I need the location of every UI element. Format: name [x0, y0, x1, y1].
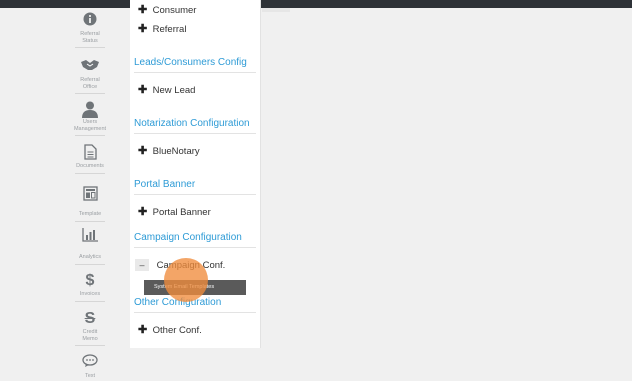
section-title-campaign: Campaign Configuration — [134, 232, 242, 243]
menu-item-new-lead[interactable]: ✚ New Lead — [138, 84, 195, 97]
rail-divider — [75, 300, 105, 302]
rail-divider — [75, 93, 105, 94]
rail-label: Users Management — [73, 119, 107, 132]
top-bar-segment — [262, 8, 290, 12]
menu-item-label: Other Conf. — [152, 325, 202, 336]
collapse-icon[interactable]: – — [135, 259, 149, 271]
menu-item-referral[interactable]: ✚ Referral — [138, 23, 186, 36]
rail-item-invoices[interactable]: $ Invoices — [68, 272, 112, 302]
rail-label: Referral Status — [80, 31, 100, 44]
rail-item-template[interactable]: Template — [68, 186, 112, 222]
rail-label: Documents — [76, 163, 104, 169]
rail-divider — [75, 345, 105, 346]
template-icon — [68, 186, 112, 204]
rail-item-users-management[interactable]: Users Management — [68, 100, 112, 136]
menu-item-bluenotary[interactable]: ✚ BlueNotary — [138, 145, 200, 158]
section-divider — [134, 194, 256, 195]
rail-label: Text — [84, 373, 96, 379]
rail-item-documents[interactable]: Documents — [68, 144, 112, 174]
menu-item-label: Referral — [152, 24, 187, 35]
rail-item-referral-office[interactable]: Referral Office — [68, 58, 112, 94]
strikethrough-s-icon: S — [84, 310, 96, 327]
menu-item-label: Portal Banner — [152, 207, 211, 218]
menu-item-label: New Lead — [152, 85, 196, 96]
rail-divider — [75, 220, 105, 222]
icon-rail: Referral Status Referral Office Users Ma… — [68, 8, 112, 381]
menu-item-label: Consumer — [152, 5, 197, 16]
rail-label: Referral Office — [80, 77, 100, 90]
menu-item-other-conf[interactable]: ✚ Other Conf. — [138, 324, 202, 337]
rail-divider — [75, 47, 105, 48]
section-divider — [134, 312, 256, 313]
rail-label: Invoices — [79, 291, 101, 297]
rail-label: Analytics — [78, 254, 101, 260]
rail-label: Credit Memo — [82, 329, 98, 342]
rail-divider — [75, 172, 105, 174]
rail-label: Template — [78, 211, 102, 217]
chat-bubble-icon — [68, 354, 112, 372]
section-divider — [134, 133, 256, 134]
plus-icon: ✚ — [138, 206, 148, 218]
rail-divider — [75, 135, 105, 136]
rail-divider — [75, 263, 105, 265]
menu-item-label: BlueNotary — [152, 146, 200, 157]
user-icon — [68, 100, 112, 118]
plus-icon: ✚ — [138, 84, 148, 96]
plus-icon: ✚ — [138, 145, 148, 157]
rail-item-credit-memo[interactable]: S Credit Memo — [68, 310, 112, 346]
document-icon — [68, 144, 112, 162]
handshake-icon — [68, 58, 112, 76]
click-indicator — [164, 258, 208, 302]
section-divider — [134, 72, 256, 73]
section-title-portal-banner: Portal Banner — [134, 179, 196, 190]
menu-item-portal-banner[interactable]: ✚ Portal Banner — [138, 206, 211, 219]
plus-icon: ✚ — [138, 23, 148, 35]
rail-item-analytics[interactable]: Analytics — [68, 228, 112, 265]
section-divider — [134, 247, 256, 248]
bar-chart-icon — [68, 228, 112, 246]
dollar-icon: $ — [85, 272, 95, 289]
top-bar — [0, 0, 632, 8]
section-title-leads-consumers: Leads/Consumers Config — [134, 57, 247, 68]
info-icon — [68, 12, 112, 30]
rail-item-text[interactable]: Text — [68, 354, 112, 380]
section-title-notarization: Notarization Configuration — [134, 118, 250, 129]
plus-icon: ✚ — [138, 4, 148, 16]
rail-item-referral-status[interactable]: Referral Status — [68, 12, 112, 48]
plus-icon: ✚ — [138, 324, 148, 336]
menu-item-consumer[interactable]: ✚ Consumer — [138, 4, 196, 17]
